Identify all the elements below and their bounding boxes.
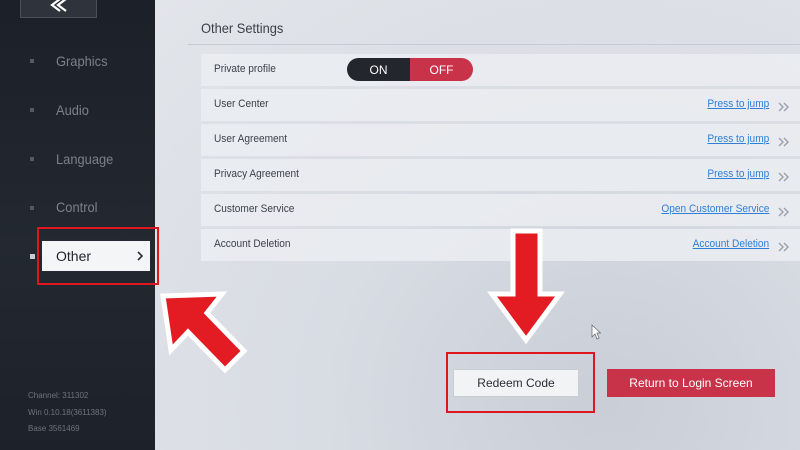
arrow-up-left-icon <box>160 291 248 374</box>
arrow-down-icon <box>487 228 565 345</box>
annotation-arrows <box>160 228 565 374</box>
